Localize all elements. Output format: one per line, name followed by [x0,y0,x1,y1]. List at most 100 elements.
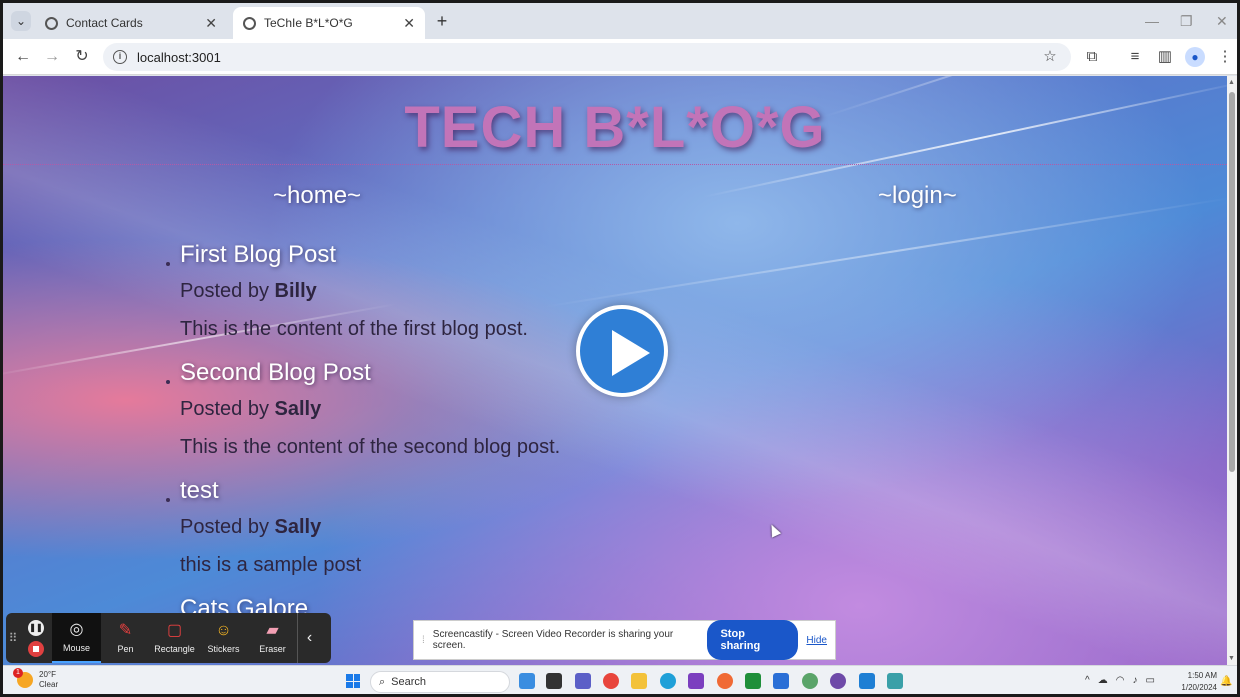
extensions-icon[interactable]: ⧉ [1082,47,1102,67]
posted-by-label: Posted by [180,398,269,420]
page-viewport: TECH B*L*O*G ~home~ ~login~ First Blog P… [3,76,1227,665]
search-icon: ⌕ [379,675,386,688]
scrollbar-thumb[interactable] [1229,92,1235,472]
pause-icon[interactable]: ❚❚ [28,619,44,636]
close-tab-icon[interactable]: ✕ [403,15,415,32]
address-bar[interactable]: i localhost:3001 [103,43,1071,71]
posted-by-label: Posted by [180,516,269,538]
media-control-icon[interactable]: ≡ [1125,47,1145,67]
tool-label: Eraser [259,644,286,654]
bullet [166,262,170,266]
rectangle-icon: ▢ [166,622,183,639]
store-icon[interactable] [773,673,789,689]
post-title[interactable]: test [180,476,866,512]
notification-badge: 1 [13,668,23,678]
new-tab-button[interactable]: + [431,11,453,33]
search-label: Search [391,676,427,688]
vscode-icon[interactable] [859,673,875,689]
mouse-tool-button[interactable]: ◎ Mouse [52,613,101,663]
site-info-icon[interactable]: i [113,50,127,64]
tab-title: Contact Cards [66,16,143,30]
menu-kebab-icon[interactable]: ⋮ [1215,47,1235,67]
tab-contact-cards[interactable]: Contact Cards ✕ [35,7,227,39]
screen-sharing-banner: ⁞ Screencastify - Screen Video Recorder … [413,620,836,660]
play-icon[interactable] [576,305,668,397]
tool-label: Stickers [207,644,240,654]
onedrive-icon[interactable]: ☁ [1098,675,1108,686]
stickers-tool-button[interactable]: ☺ Stickers [199,613,248,663]
side-panel-icon[interactable]: ▥ [1155,47,1175,67]
drag-handle-icon[interactable]: ⠿ [6,613,20,663]
close-window-icon[interactable]: ✕ [1216,13,1228,30]
scroll-down-icon[interactable]: ▼ [1228,655,1235,662]
screen-recorder-icon[interactable] [688,673,704,689]
tab-search-chevron-icon[interactable]: ⌄ [11,11,31,31]
hide-link[interactable]: Hide [806,635,827,646]
eraser-tool-button[interactable]: ▰ Eraser [248,613,297,663]
stop-sharing-button[interactable]: Stop sharing [707,620,799,660]
drag-handle-icon[interactable]: ⁞ [422,635,425,646]
sticker-icon: ☺ [215,622,232,639]
github-icon[interactable] [830,673,846,689]
profile-avatar-icon[interactable]: ● [1185,47,1205,67]
system-tray: ^ ☁ ◠ ♪ ▭ [1085,675,1155,686]
post-meta: Posted by Sally [180,512,866,550]
firefox-icon[interactable] [717,673,733,689]
taskbar-search-box[interactable]: ⌕ Search [370,671,510,693]
taskbar-clock[interactable]: 1:50 AM 1/20/2024 [1173,670,1217,694]
collapse-chevron-icon[interactable]: ‹ [297,613,321,663]
weather-widget[interactable]: 1 20°F Clear [13,668,59,690]
pen-tool-button[interactable]: ✎ Pen [101,613,150,663]
post-list: First Blog Post Posted by Billy This is … [166,240,866,630]
nav-home-link[interactable]: ~home~ [273,182,361,210]
chevron-up-icon[interactable]: ^ [1085,675,1090,686]
restore-icon[interactable]: ❐ [1180,13,1193,30]
screen: ⌄ Contact Cards ✕ TeChIe B*L*O*G ✕ + — ❐… [0,0,1240,697]
weather-description: Clear [39,680,59,689]
scroll-up-icon[interactable]: ▲ [1228,79,1235,86]
nav-login-link[interactable]: ~login~ [878,182,957,210]
forward-icon[interactable]: → [42,47,62,67]
tool-label: Mouse [62,643,90,653]
tab-techie-blog[interactable]: TeChIe B*L*O*G ✕ [233,7,425,39]
post-author: Billy [274,280,317,302]
volume-icon[interactable]: ♪ [1132,675,1137,686]
tool-label: Rectangle [154,644,195,654]
notification-bell-icon[interactable]: 🔔 [1220,676,1232,688]
battery-icon[interactable]: ▭ [1145,675,1154,686]
recording-controls: ❚❚ [20,613,52,663]
teams-icon[interactable] [575,673,591,689]
wifi-icon[interactable]: ◠ [1116,675,1125,686]
header-divider [3,164,1227,165]
back-icon[interactable]: ← [13,47,33,67]
post-title[interactable]: Second Blog Post [180,358,866,394]
task-view-icon[interactable] [546,673,562,689]
url-text: localhost:3001 [137,49,221,65]
edge-icon[interactable] [660,673,676,689]
browser-toolbar: ← → ↻ i localhost:3001 ☆ ⧉ ≡ ▥ ● ⋮ [3,39,1237,75]
eraser-icon: ▰ [266,622,279,639]
close-tab-icon[interactable]: ✕ [205,15,217,32]
post-title[interactable]: First Blog Post [180,240,866,276]
windows-start-icon[interactable] [346,674,360,688]
bookmark-star-icon[interactable]: ☆ [1040,47,1060,67]
bullet [166,498,170,502]
notepad-icon[interactable] [887,673,903,689]
reload-icon[interactable]: ↻ [72,47,92,67]
globe-icon [243,16,256,30]
chrome-profile-icon[interactable] [802,673,818,689]
file-explorer-icon[interactable] [631,673,647,689]
widgets-icon[interactable] [519,673,535,689]
sharing-message: Screencastify - Screen Video Recorder is… [432,629,674,651]
minimize-icon[interactable]: — [1145,13,1159,29]
pen-icon: ✎ [118,622,133,639]
tool-label: Pen [117,644,134,654]
page-scrollbar[interactable]: ▲ ▼ [1227,76,1237,665]
site-title: TECH B*L*O*G [404,95,826,160]
weather-sun-icon: 1 [13,668,33,688]
chrome-icon[interactable] [603,673,619,689]
xbox-icon[interactable] [745,673,761,689]
stop-recording-icon[interactable] [28,640,44,657]
clock-time: 1:50 AM [1187,671,1217,680]
rectangle-tool-button[interactable]: ▢ Rectangle [150,613,199,663]
